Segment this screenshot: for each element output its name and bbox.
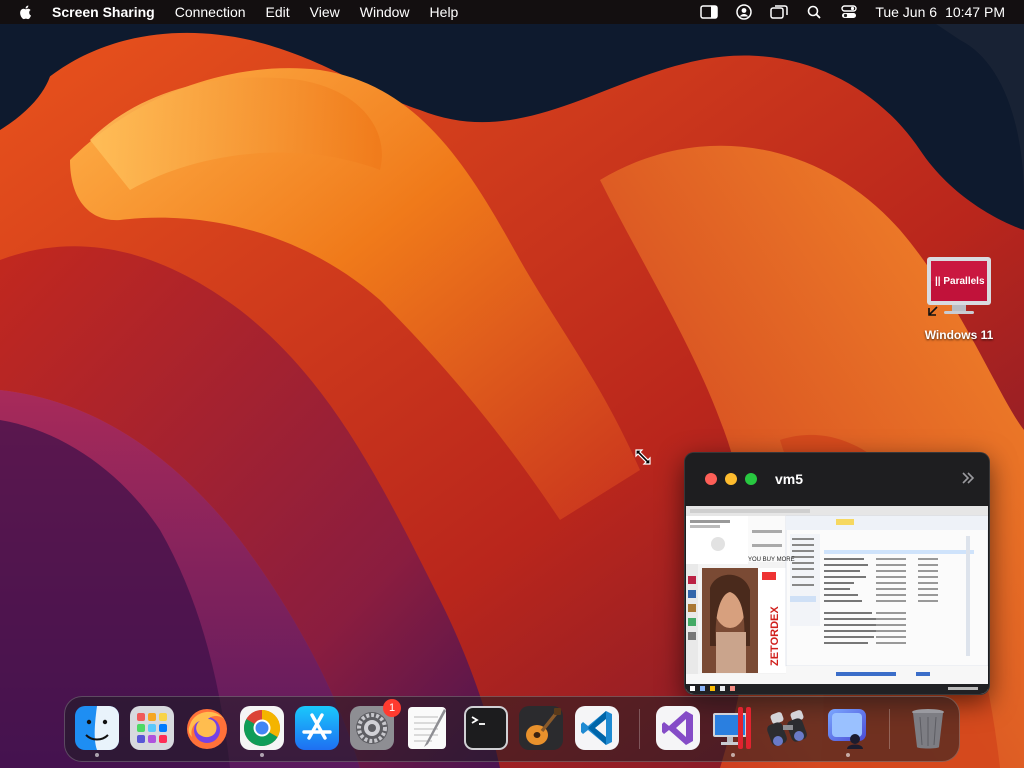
clock-time: 10:47 PM [945, 4, 1005, 20]
visual-studio-icon [656, 706, 700, 750]
dock-screen-sharing[interactable] [825, 705, 871, 757]
screen-sharing-icon [828, 709, 866, 749]
dock-separator [889, 709, 890, 749]
textedit-icon [408, 707, 446, 749]
resize-cursor-icon [635, 449, 651, 465]
vm-window-title: vm5 [775, 471, 804, 487]
svg-text:ZETORDEX: ZETORDEX [769, 606, 781, 666]
dock-chrome[interactable] [239, 705, 285, 757]
minimize-button[interactable] [725, 473, 737, 485]
running-indicator [95, 753, 99, 757]
dock-firefox[interactable] [184, 705, 230, 751]
vm-window-titlebar[interactable]: vm5 [685, 453, 989, 505]
dock-vscode[interactable] [574, 705, 620, 751]
dock-terminal[interactable] [463, 705, 509, 751]
dock-textedit[interactable] [404, 705, 450, 751]
chrome-icon [240, 706, 284, 750]
running-indicator [731, 753, 735, 757]
dock-garageband[interactable] [518, 705, 564, 751]
search-icon[interactable] [805, 3, 823, 21]
vscode-icon [575, 706, 619, 750]
desktop-icon-windows-11[interactable]: || Parallels Windows 11 [916, 256, 1002, 342]
menu-help[interactable]: Help [430, 4, 459, 20]
zoom-button[interactable] [745, 473, 757, 485]
parallels-desktop-icon [713, 707, 751, 749]
notification-badge: 1 [383, 699, 401, 717]
dock-binoculars-app[interactable] [765, 705, 811, 751]
menu-bar: Screen Sharing Connection Edit View Wind… [0, 0, 1024, 24]
vm-remote-screen[interactable]: ZETORDEX YOU BUY MORE [686, 506, 988, 694]
dock-separator [639, 709, 640, 749]
dock-launchpad[interactable] [129, 705, 175, 751]
dock-trash[interactable] [905, 705, 951, 751]
firefox-icon [187, 709, 227, 749]
user-account-icon[interactable] [735, 3, 753, 21]
dock-system-settings[interactable]: 1 [349, 699, 401, 751]
vm-window[interactable]: vm5 ZETORDEX YOU BUY MORE [684, 452, 990, 695]
apple-logo-icon[interactable] [18, 4, 34, 20]
clock-date: Tue Jun 6 [875, 4, 938, 20]
running-indicator [846, 753, 850, 757]
menu-view[interactable]: View [310, 4, 340, 20]
dock-finder[interactable] [74, 705, 120, 757]
launchpad-icon [130, 706, 174, 750]
chevron-double-right-icon[interactable] [961, 471, 975, 485]
dock-parallels-desktop[interactable] [710, 705, 756, 757]
control-center-icon[interactable] [840, 3, 858, 21]
parallels-logo-text: || Parallels [935, 276, 985, 287]
menu-connection[interactable]: Connection [175, 4, 246, 20]
vm-screen-preview: ZETORDEX [686, 506, 988, 694]
dock-visual-studio[interactable] [655, 705, 701, 751]
menu-app-name[interactable]: Screen Sharing [52, 4, 155, 20]
dock-app-store[interactable] [294, 705, 340, 751]
finder-icon [75, 706, 119, 750]
trash-icon [912, 709, 944, 749]
menu-window[interactable]: Window [360, 4, 410, 20]
menu-bar-status-area: Tue Jun 6 10:47 PM [700, 0, 1024, 24]
menu-bar-clock[interactable]: Tue Jun 6 10:47 PM [875, 4, 1005, 20]
vm-screen-headline: YOU BUY MORE [748, 557, 795, 563]
desktop-icon-label: Windows 11 [924, 328, 994, 342]
guitar-icon [519, 706, 563, 750]
menu-edit[interactable]: Edit [266, 4, 290, 20]
screen-mirror-icon[interactable] [770, 3, 789, 21]
running-indicator [260, 753, 264, 757]
dock: 1 [64, 696, 960, 762]
terminal-icon [464, 706, 508, 750]
binoculars-icon [767, 710, 807, 746]
app-store-icon [295, 706, 339, 750]
parallels-vm-icon: || Parallels [926, 256, 992, 316]
sidebar-toggle-icon[interactable] [700, 3, 719, 21]
close-button[interactable] [705, 473, 717, 485]
